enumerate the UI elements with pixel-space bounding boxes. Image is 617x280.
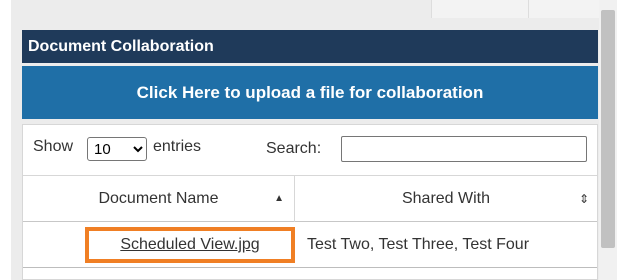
document-link[interactable]: Scheduled View.jpg xyxy=(120,236,259,253)
scrollbar-thumb[interactable] xyxy=(601,10,615,248)
column-header-shared-with[interactable]: Shared With ⇕ xyxy=(295,176,597,222)
column-header-label: Document Name xyxy=(98,190,219,207)
entries-label: entries xyxy=(153,138,202,155)
vertical-scrollbar[interactable] xyxy=(599,0,617,280)
sort-asc-icon: ▲ xyxy=(274,193,284,204)
top-tab-1[interactable] xyxy=(431,0,528,18)
show-label: Show xyxy=(33,138,74,155)
column-header-document-name[interactable]: Document Name ▲ xyxy=(23,176,295,222)
column-header-label: Shared With xyxy=(401,190,491,207)
section-title: Document Collaboration xyxy=(22,30,598,63)
top-tab-strip xyxy=(431,0,599,18)
search-input[interactable] xyxy=(341,136,587,162)
search-label: Search: xyxy=(266,140,322,157)
table-header: Document Name ▲ Shared With ⇕ xyxy=(23,175,597,222)
shared-with-cell: Test Two, Test Three, Test Four xyxy=(307,236,530,253)
table-row: Scheduled View.jpg Test Two, Test Three,… xyxy=(23,222,597,268)
table-controls: Show 10 entries Search: xyxy=(23,125,597,175)
upload-file-button[interactable]: Click Here to upload a file for collabor… xyxy=(22,66,598,119)
page-size-select[interactable]: 10 xyxy=(87,137,147,161)
highlighted-document-cell: Scheduled View.jpg xyxy=(85,227,295,263)
top-tab-2[interactable] xyxy=(528,0,599,18)
documents-table: Show 10 entries Search: Document Name ▲ … xyxy=(22,124,598,280)
sort-both-icon: ⇕ xyxy=(578,192,589,206)
